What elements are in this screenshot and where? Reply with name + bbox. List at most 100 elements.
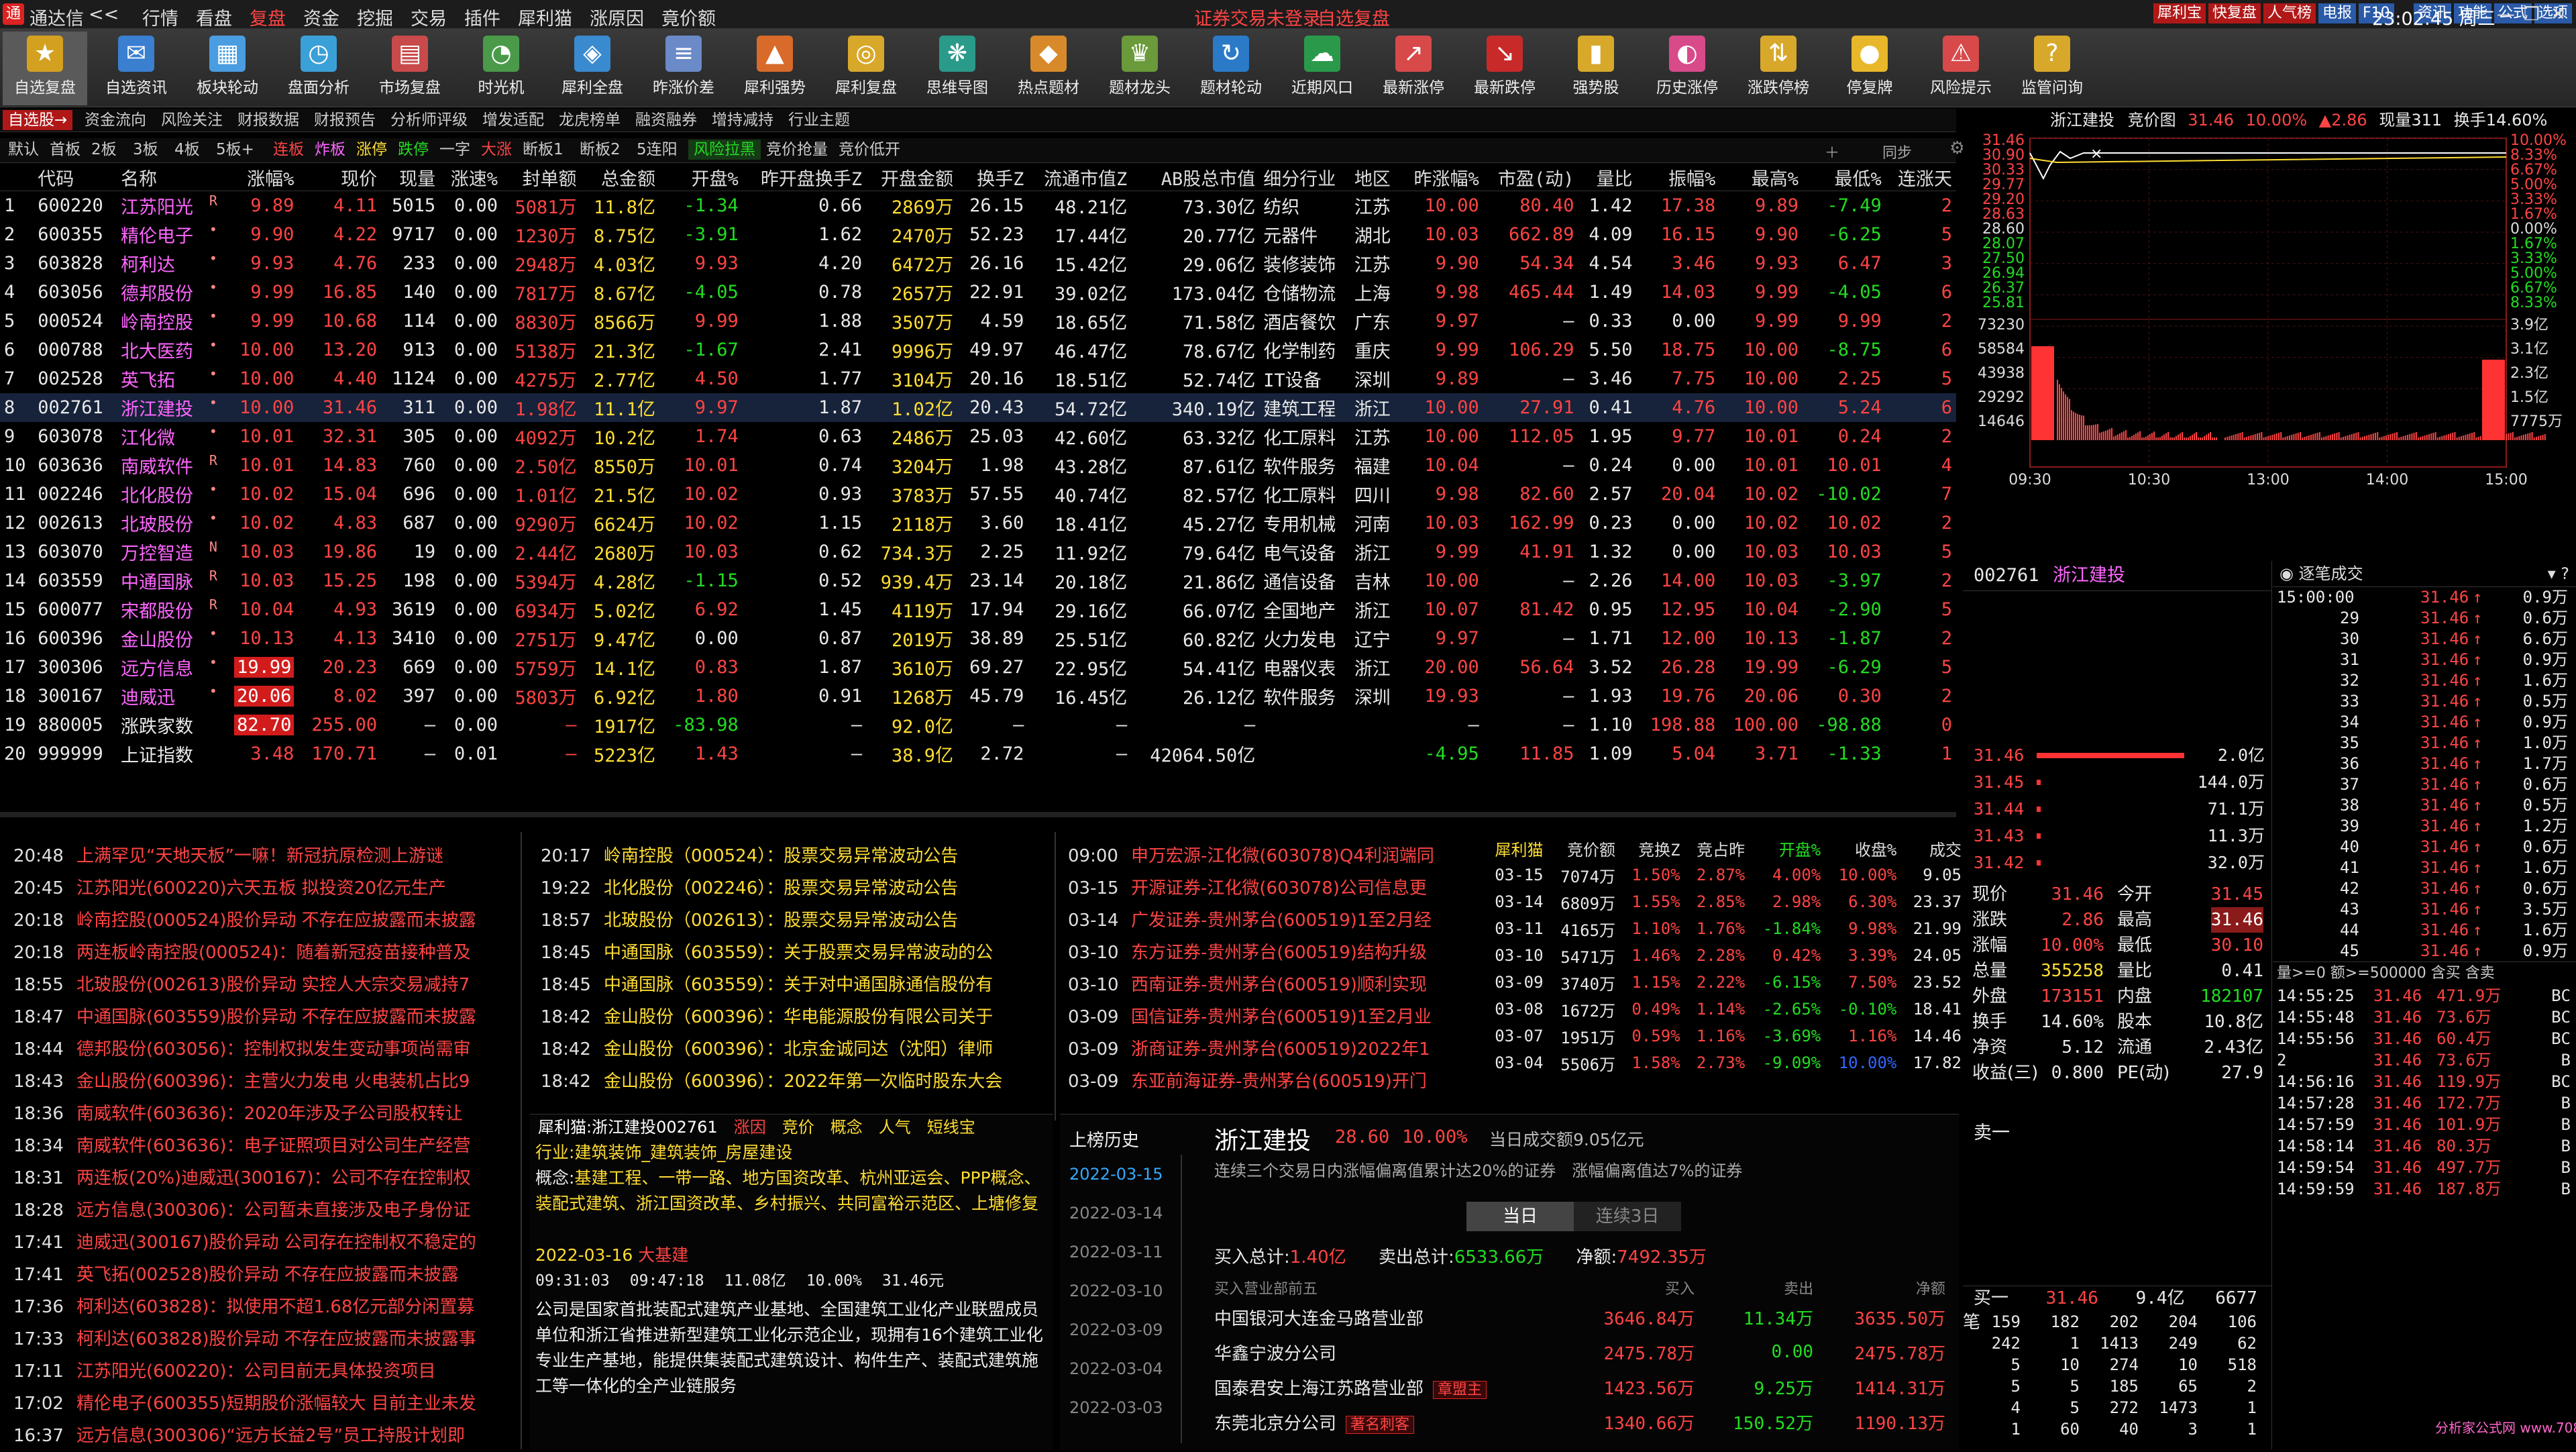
list-item[interactable]: 17:33 柯利达(603828)股价异动 不存在应披露而未披露事	[13, 1323, 510, 1355]
toolbar-6[interactable]: ◈ 犀利全盘	[550, 32, 635, 105]
add-icon[interactable]: ＋	[1825, 141, 1839, 162]
col-0[interactable]: 代码	[34, 164, 117, 191]
list-item[interactable]: 09:00 申万宏源-江化微(603078)Q4利润端同	[1068, 840, 1484, 872]
list-item[interactable]: 03-10 东方证券-贵州茅台(600519)结构升级	[1068, 937, 1484, 969]
col-21[interactable]: 最低%	[1803, 164, 1886, 191]
order-row[interactable]: 31.45 144.0万	[1963, 769, 2271, 796]
toolbar-11[interactable]: ◆ 热点题材	[1006, 32, 1091, 105]
tab-10[interactable]: 行业主题	[783, 110, 855, 130]
menu-0[interactable]: 行情	[142, 4, 178, 30]
col-1[interactable]: 名称	[117, 164, 221, 191]
auction-col-3[interactable]: 竞占昨	[1684, 835, 1750, 862]
list-item[interactable]: 03-14 广发证券-贵州茅台(600519)1至2月经	[1068, 904, 1484, 937]
menu-1[interactable]: 看盘	[196, 4, 232, 30]
order-row[interactable]: 31.42 32.0万	[1963, 849, 2271, 876]
toolbar-20[interactable]: ● 停复牌	[1827, 32, 1912, 105]
filter-tab-6[interactable]: 连板	[268, 140, 309, 160]
tab-5[interactable]: 分析师评级	[385, 110, 473, 130]
toolbar-3[interactable]: ◷ 盘面分析	[276, 32, 361, 105]
intraday-chart[interactable]: 31.4630.9030.3329.7729.2028.6328.6028.07…	[1963, 132, 2576, 561]
pill-3[interactable]: 电报	[2318, 3, 2357, 23]
list-item[interactable]: 18:55 北玻股份(002613)股价异动 实控人大宗交易减持7	[13, 969, 510, 1001]
sync-toggle[interactable]: 同步	[1882, 141, 1912, 162]
concept-tab-4[interactable]: 人气	[871, 1118, 919, 1137]
auction-col-6[interactable]: 成交	[1900, 835, 1966, 862]
grid-scrollbar[interactable]	[0, 812, 1956, 817]
toolbar-15[interactable]: ↗ 最新涨停	[1371, 32, 1456, 105]
toolbar-14[interactable]: ☁ 近期风口	[1280, 32, 1364, 105]
table-row[interactable]: 13 603070 万控智造 N 10.03 19.86 19 0.00 2.44亿 2680万 1…	[0, 537, 1956, 566]
toolbar-22[interactable]: ? 监管问询	[2010, 32, 2094, 105]
tab-1[interactable]: 资金流向	[79, 110, 152, 130]
menu-3[interactable]: 资金	[303, 4, 339, 30]
col-12[interactable]: 流通市值Z	[1028, 164, 1132, 191]
table-row[interactable]: 6 000788 北大医药 • 10.00 13.20 913 0.00 5138万 21.3亿 -…	[0, 335, 1956, 364]
list-item[interactable]: 03-09 浙商证券-贵州茅台(600519)2022年1	[1068, 1033, 1484, 1066]
tab-3[interactable]: 财报数据	[232, 110, 305, 130]
toolbar-2[interactable]: ▦ 板块轮动	[185, 32, 270, 105]
lhb-row[interactable]: 东莞北京分公司 著名刺客 1340.66万 150.52万 1190.13万	[1208, 1404, 1952, 1439]
filter-tab-11[interactable]: 大涨	[476, 140, 517, 160]
tab-8[interactable]: 融资融券	[630, 110, 702, 130]
table-row[interactable]: 1 600220 江苏阳光 R 9.89 4.11 5015 0.00 5081万 11.8亿 -1…	[0, 191, 1956, 221]
col-10[interactable]: 开盘金额	[866, 164, 958, 191]
maximize-icon[interactable]: ❐	[2524, 4, 2540, 25]
toolbar-12[interactable]: ♛ 题材龙头	[1097, 32, 1182, 105]
concept-tab-0[interactable]: 犀利猫:浙江建投002761	[530, 1118, 726, 1137]
toolbar-10[interactable]: ❋ 思维导图	[915, 32, 1000, 105]
col-14[interactable]: 细分行业	[1259, 164, 1350, 191]
tab-4[interactable]: 财报预告	[309, 110, 381, 130]
lhb-date[interactable]: 2022-03-15	[1069, 1155, 1183, 1194]
auction-row[interactable]: 03-07 1951万 0.59% 1.16% -3.69% 1.16% 14.46	[1483, 1023, 1966, 1049]
table-row[interactable]: 14 603559 中通国脉 R 10.03 15.25 198 0.00 5394万 4.28亿…	[0, 566, 1956, 595]
order-row[interactable]: 31.44 71.1万	[1963, 796, 2271, 823]
table-row[interactable]: 17 300306 远方信息 • 19.99 20.23 669 0.00 5759万 14.1亿…	[0, 653, 1956, 682]
list-item[interactable]: 17:36 柯利达(603828)：拟使用不超1.68亿元部分闲置募	[13, 1291, 510, 1323]
filter-tab-4[interactable]: 4板	[169, 140, 205, 160]
list-item[interactable]: 20:18 岭南控股(000524)股价异动 不存在应披露而未披露	[13, 904, 510, 937]
list-item[interactable]: 18:42 金山股份（600396）：2022年第一次临时股东大会	[541, 1066, 1044, 1098]
auction-col-1[interactable]: 竞价额	[1548, 835, 1620, 862]
tick-filter[interactable]: 量>=0 额>=500000 含买 含卖	[2273, 962, 2576, 985]
col-11[interactable]: 换手Z	[957, 164, 1028, 191]
toolbar-17[interactable]: ▮ 强势股	[1554, 32, 1638, 105]
list-item[interactable]: 18:45 中通国脉（603559）：关于股票交易异常波动的公	[541, 937, 1044, 969]
auction-row[interactable]: 03-11 4165万 1.10% 1.76% -1.84% 9.98% 21.99	[1483, 915, 1966, 942]
col-13[interactable]: AB股总市值	[1131, 164, 1260, 191]
toolbar-9[interactable]: ◎ 犀利复盘	[824, 32, 908, 105]
col-4[interactable]: 现量	[381, 164, 440, 191]
col-5[interactable]: 涨速%	[439, 164, 502, 191]
table-row[interactable]: 3 603828 柯利达 • 9.93 4.76 233 0.00 2948万 4.03亿 9.93…	[0, 249, 1956, 278]
table-row[interactable]: 7 002528 英飞拓 • 10.00 4.40 1124 0.00 4275万 2.77亿 4.…	[0, 364, 1956, 393]
auction-col-5[interactable]: 收盘%	[1825, 835, 1900, 862]
table-row[interactable]: 10 603636 南威软件 R 10.01 14.83 760 0.00 2.50亿 8550万…	[0, 451, 1956, 480]
menu-7[interactable]: 犀利猫	[518, 4, 572, 30]
concept-tab-2[interactable]: 竞价	[774, 1118, 822, 1137]
concept-tab-1[interactable]: 涨因	[726, 1118, 774, 1137]
concept-tab-3[interactable]: 概念	[822, 1118, 871, 1137]
col-2[interactable]: 涨幅%	[221, 164, 299, 191]
list-item[interactable]: 20:18 两连板岭南控股(000524)：随着新冠疫苗接种普及	[13, 937, 510, 969]
list-item[interactable]: 18:45 中通国脉（603559）：关于对中通国脉通信股份有	[541, 969, 1044, 1001]
toolbar-21[interactable]: ⚠ 风险提示	[1919, 32, 2003, 105]
list-item[interactable]: 18:36 南威软件(603636)：2020年涉及子公司股权转让	[13, 1098, 510, 1130]
toolbar-8[interactable]: ▲ 犀利强势	[733, 32, 817, 105]
lhb-date[interactable]: 2022-03-04	[1069, 1349, 1183, 1388]
auction-col-4[interactable]: 开盘%	[1749, 835, 1825, 862]
tab-0[interactable]: 自选股→	[3, 110, 73, 130]
menu-2[interactable]: 复盘	[250, 4, 286, 30]
table-row[interactable]: 18 300167 迪威迅 • 20.06 8.02 397 0.00 5803万 6.92亿 1.…	[0, 682, 1956, 711]
list-item[interactable]: 16:37 远方信息(300306)“远方长益2号”员工持股计划即	[13, 1420, 510, 1452]
toolbar-16[interactable]: ↘ 最新跌停	[1462, 32, 1547, 105]
col-7[interactable]: 总金额	[580, 164, 660, 191]
pill-2[interactable]: 人气榜	[2263, 3, 2316, 23]
filter-tab-5[interactable]: 5板+	[211, 140, 260, 160]
filter-tab-9[interactable]: 跌停	[392, 140, 434, 160]
list-item[interactable]: 18:31 两连板(20%)迪威迅(300167)：公司不存在控制权	[13, 1162, 510, 1194]
table-row[interactable]: 8 002761 浙江建投 • 10.00 31.46 311 0.00 1.98亿 11.1亿 9…	[0, 393, 1956, 422]
table-row[interactable]: 5 000524 岭南控股 • 9.99 10.68 114 0.00 8830万 8566万 9.…	[0, 307, 1956, 335]
pill-0[interactable]: 犀利宝	[2153, 3, 2206, 23]
toolbar-13[interactable]: ↻ 题材轮动	[1189, 32, 1273, 105]
self-review-link[interactable]: 自选复盘	[1318, 4, 1390, 30]
tab-3days[interactable]: 连续3日	[1574, 1202, 1681, 1231]
